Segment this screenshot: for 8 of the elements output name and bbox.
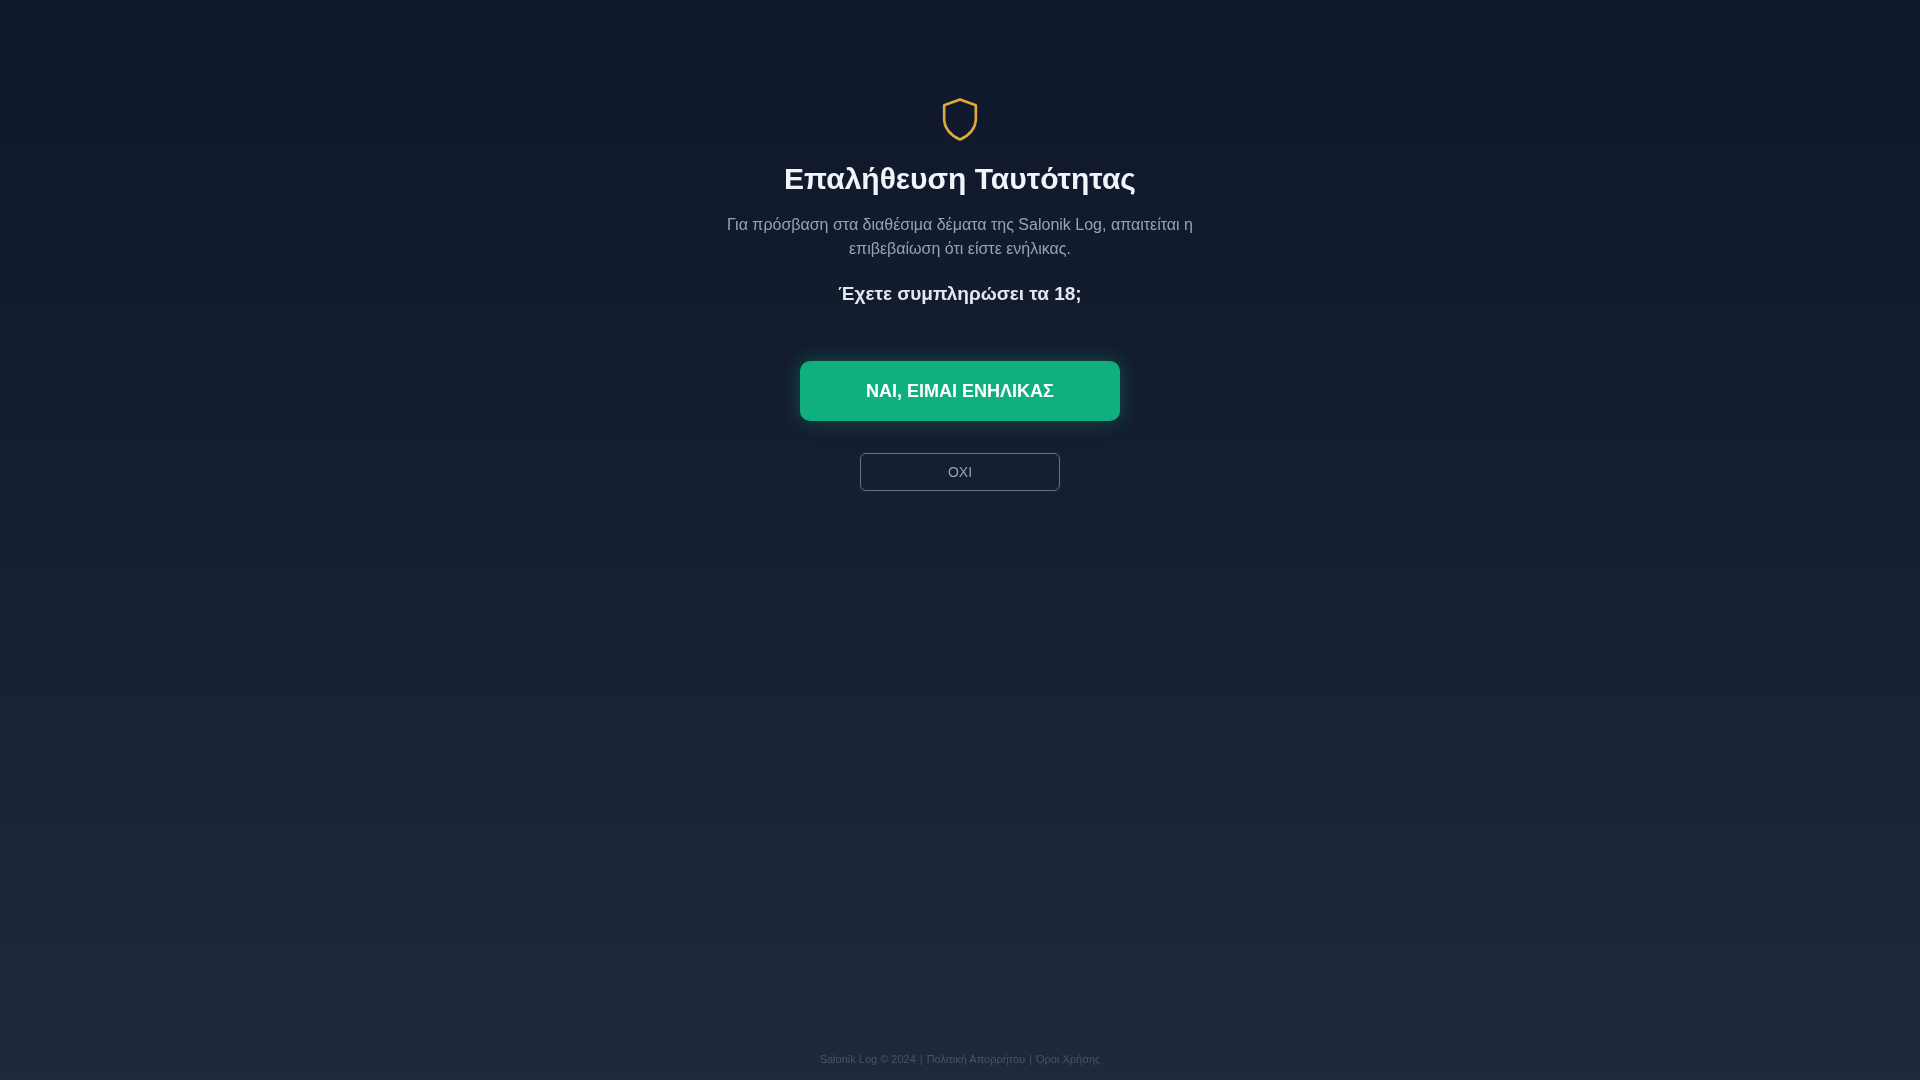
confirm-button[interactable]: ΝΑΙ, ΕΙΜΑΙ ΕΝΗΛΙΚΑΣ: [800, 361, 1120, 421]
description-text: Για πρόσβαση στα διαθέσιμα δέματα της Salonik Log, απαιτείται η επιβεβαίωση ότι είστε ενήλικας.: [726, 215, 1194, 259]
age-question: Έχετε συμπληρώσει τα 18;: [838, 282, 1082, 306]
shield-icon: [940, 97, 980, 142]
separator-text: |: [1029, 1051, 1033, 1067]
page-title: Επαλήθευση Ταυτότητας: [784, 161, 1136, 197]
separator-text: |: [919, 1051, 923, 1067]
decline-button[interactable]: ΟΧΙ: [860, 453, 1060, 491]
